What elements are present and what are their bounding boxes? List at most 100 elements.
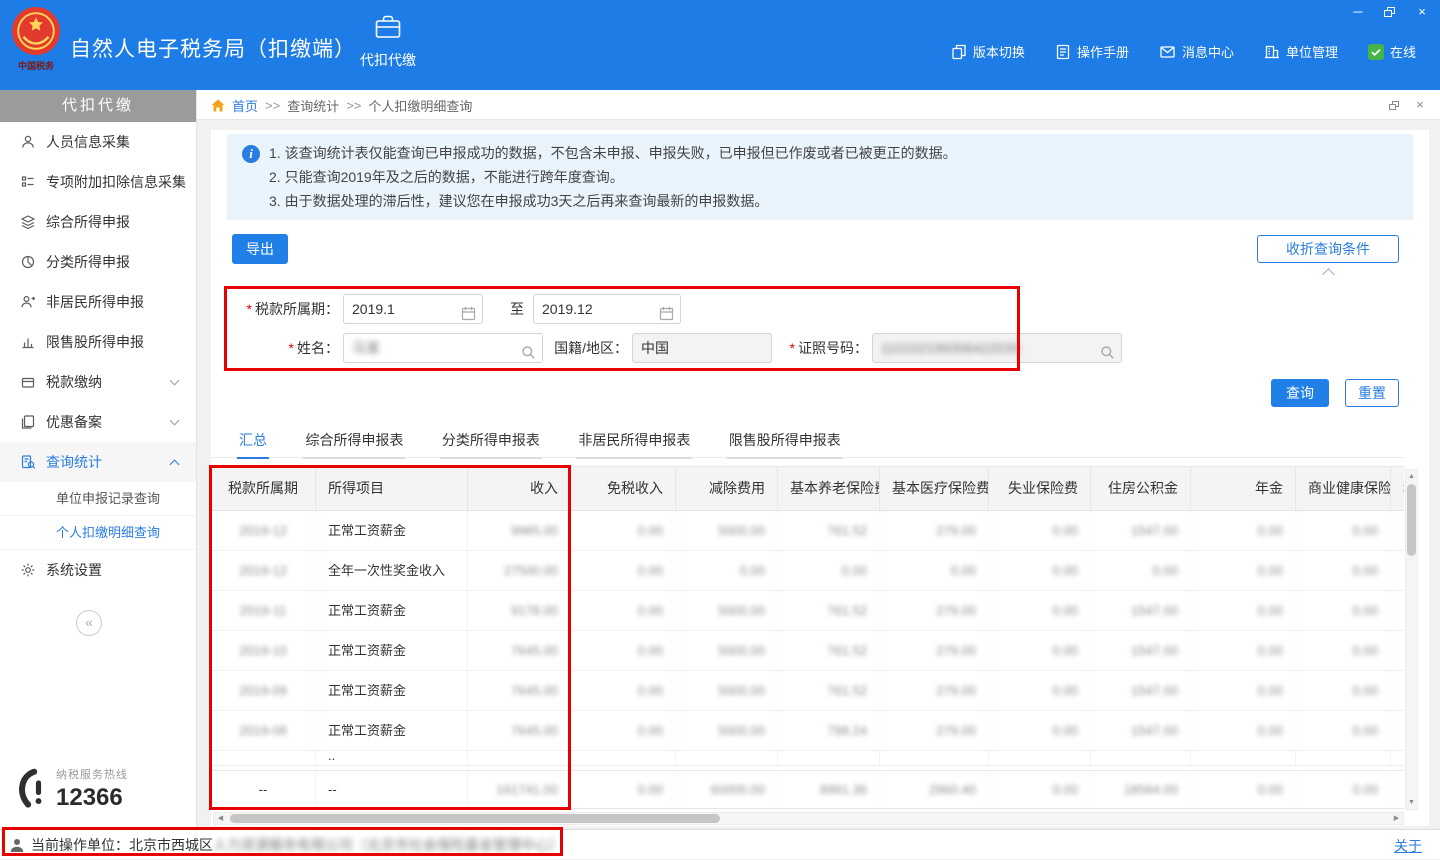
manual-link[interactable]: 操作手册 xyxy=(1055,42,1129,61)
table-cell xyxy=(571,751,676,765)
about-link[interactable]: 关于 xyxy=(1394,836,1422,856)
sidebar-item-special-deduction[interactable]: 专项附加扣除信息采集 xyxy=(0,162,196,202)
tab-restricted-shares[interactable]: 限售股所得申报表 xyxy=(727,427,843,459)
column-header: 减除费用 xyxy=(676,467,778,510)
restore-button[interactable] xyxy=(1380,2,1400,22)
period-to-input[interactable]: 2019.12 xyxy=(533,294,681,324)
column-header: 年金 xyxy=(1191,467,1296,510)
name-input[interactable]: 马某 xyxy=(343,333,543,363)
table-cell: -- xyxy=(211,771,316,808)
scroll-up-arrow-icon[interactable]: ▲ xyxy=(1406,470,1417,483)
nationality-input[interactable]: 中国 xyxy=(632,333,772,363)
module-tab-withholding[interactable]: 代扣代缴 xyxy=(348,15,428,70)
calendar-icon[interactable] xyxy=(659,306,674,321)
scroll-right-arrow-icon[interactable]: ▶ xyxy=(1390,813,1403,824)
horizontal-scrollbar[interactable]: ◀ ▶ xyxy=(213,812,1404,825)
message-center-link[interactable]: 消息中心 xyxy=(1159,42,1234,61)
tax-bureau-logo: 中国税务 xyxy=(8,6,64,84)
table-cell: 正常工资薪金 xyxy=(316,671,468,710)
sidebar-item-label: 限售股所得申报 xyxy=(46,334,144,350)
table-cell: 0.00 xyxy=(1191,711,1296,750)
search-icon[interactable] xyxy=(521,345,536,360)
hotline-phone-icon xyxy=(10,765,48,813)
sidebar-item-label: 系统设置 xyxy=(46,562,102,578)
sidebar-item-tax-payment[interactable]: 税款缴纳 xyxy=(0,362,196,402)
manual-label: 操作手册 xyxy=(1077,42,1129,61)
online-status[interactable]: 在线 xyxy=(1368,42,1416,61)
table-cell: 8991.36 xyxy=(778,771,880,808)
id-number-value: 110102199306422039 xyxy=(881,340,1020,356)
table-cell: 2019-12 xyxy=(211,511,316,550)
wallet-icon xyxy=(20,374,36,390)
reset-button[interactable]: 重置 xyxy=(1345,379,1399,407)
sidebar-item-classified-income[interactable]: 分类所得申报 xyxy=(0,242,196,282)
sidebar-item-system-settings[interactable]: 系统设置 xyxy=(0,550,196,590)
tab-comprehensive-income[interactable]: 综合所得申报表 xyxy=(303,427,405,459)
table-cell: 7645.00 xyxy=(468,631,571,670)
sidebar-subitem-personal-withholding-query[interactable]: 个人扣缴明细查询 xyxy=(0,516,196,550)
calendar-icon[interactable] xyxy=(461,306,476,321)
table-cell: 0.00 xyxy=(1191,511,1296,550)
table-cell: 5000.00 xyxy=(676,511,778,550)
sidebar-item-label: 非居民所得申报 xyxy=(46,294,144,310)
table-cell: 0.00 xyxy=(989,771,1091,808)
table-cell: 161741.00 xyxy=(468,771,571,808)
scroll-left-arrow-icon[interactable]: ◀ xyxy=(214,813,227,824)
scroll-down-arrow-icon[interactable]: ▼ xyxy=(1406,796,1417,809)
table-cell xyxy=(778,751,880,765)
id-number-input[interactable]: 110102199306422039 xyxy=(872,333,1122,363)
tax-emblem-icon xyxy=(11,6,61,56)
column-header: 基本养老保险费 xyxy=(778,467,880,510)
sidebar-collapse-button[interactable]: « xyxy=(76,610,102,636)
online-label: 在线 xyxy=(1390,42,1416,61)
collapse-filters-button[interactable]: 收折查询条件 xyxy=(1257,235,1399,263)
sidebar-item-restricted-shares[interactable]: 限售股所得申报 xyxy=(0,322,196,362)
table-cell: 2019-10 xyxy=(211,631,316,670)
main-panel: 1. 该查询统计表仅能查询已申报成功的数据，不包含未申报、申报失败，已申报但已作… xyxy=(211,130,1429,826)
org-management-link[interactable]: 单位管理 xyxy=(1264,42,1338,61)
query-button[interactable]: 查询 xyxy=(1271,379,1329,407)
table-cell: 7645.00 xyxy=(468,671,571,710)
horizontal-scrollbar-thumb[interactable] xyxy=(230,814,720,823)
sidebar-item-query-statistics[interactable]: 查询统计 xyxy=(0,442,196,482)
table-cell xyxy=(1391,671,1404,710)
panel-restore-button[interactable] xyxy=(1386,97,1402,113)
table-total-row: ----161741.000.0060000.008991.362960.400… xyxy=(211,770,1404,809)
table-row: 2019-11正常工资薪金9178.000.005000.00761.52279… xyxy=(211,591,1404,631)
vertical-scrollbar-thumb[interactable] xyxy=(1407,484,1416,556)
sidebar-item-personnel-info[interactable]: 人员信息采集 xyxy=(0,122,196,162)
person-icon xyxy=(20,134,36,150)
table-cell: 5000.00 xyxy=(676,591,778,630)
breadcrumb-bar: 首页 >> 查询统计 >> 个人扣缴明细查询 × xyxy=(197,90,1440,120)
table-cell: 0.00 xyxy=(571,671,676,710)
search-icon[interactable] xyxy=(1100,345,1115,360)
window-controls: ─ × xyxy=(1348,2,1432,22)
table-cell: 1547.00 xyxy=(1091,591,1191,630)
close-button[interactable]: × xyxy=(1412,2,1432,22)
period-from-input[interactable]: 2019.1 xyxy=(343,294,483,324)
table-cell: 9985.00 xyxy=(468,511,571,550)
export-button[interactable]: 导出 xyxy=(232,234,288,264)
column-header: 免税收入 xyxy=(571,467,676,510)
tab-nonresident-income[interactable]: 非居民所得申报表 xyxy=(576,427,692,459)
required-mark: * xyxy=(289,340,294,356)
sidebar-subitem-unit-declaration-query[interactable]: 单位申报记录查询 xyxy=(0,482,196,516)
notice-line-2: 2. 只能查询2019年及之后的数据，不能进行跨年度查询。 xyxy=(269,165,1399,189)
version-switch-link[interactable]: 版本切换 xyxy=(951,42,1025,61)
sidebar-item-nonresident-income[interactable]: 非居民所得申报 xyxy=(0,282,196,322)
sidebar-item-comprehensive-income[interactable]: 综合所得申报 xyxy=(0,202,196,242)
minimize-button[interactable]: ─ xyxy=(1348,2,1368,22)
table-cell: 0.00 xyxy=(571,711,676,750)
panel-close-button[interactable]: × xyxy=(1412,97,1428,113)
checklist-icon xyxy=(20,174,36,190)
tab-classified-income[interactable]: 分类所得申报表 xyxy=(440,427,542,459)
manual-icon xyxy=(1055,44,1071,60)
notice-line-3: 3. 由于数据处理的滞后性，建议您在申报成功3天之后再来查询最新的申报数据。 xyxy=(269,189,1399,213)
table-cell xyxy=(1091,751,1191,765)
tab-summary[interactable]: 汇总 xyxy=(237,427,269,459)
table-cell: 18564.00 xyxy=(1091,771,1191,808)
vertical-scrollbar[interactable]: ▲ ▼ xyxy=(1405,469,1418,810)
nationality-value: 中国 xyxy=(641,340,669,356)
sidebar-item-preferential-filing[interactable]: 优惠备案 xyxy=(0,402,196,442)
breadcrumb-home[interactable]: 首页 xyxy=(232,96,258,115)
